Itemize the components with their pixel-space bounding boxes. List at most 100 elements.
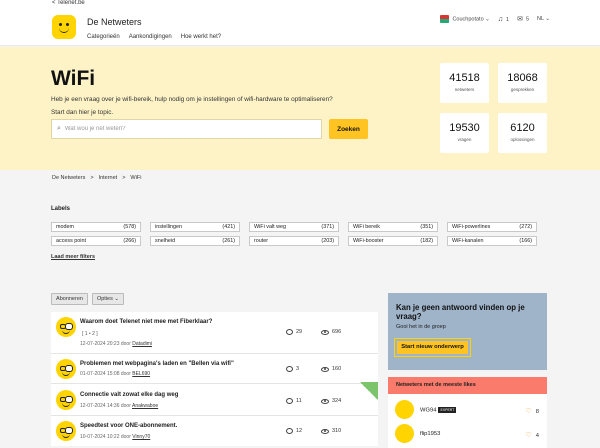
label-name: access point [56, 238, 86, 244]
breadcrumb-separator: > [90, 175, 94, 181]
list-item[interactable]: WG94 EXPERT ♡ 8 [388, 398, 547, 422]
language-label: NL [537, 16, 544, 22]
messages-button[interactable]: ✉ 5 [517, 15, 529, 23]
label-filter[interactable]: snelheid (261) [150, 236, 240, 246]
page-title: WiFi [51, 67, 96, 90]
ask-subtitle: Gooi het in de groep [396, 324, 446, 330]
label-filter[interactable]: WiFi-booster (182) [348, 236, 438, 246]
search-button[interactable]: Zoeken [329, 119, 368, 139]
site-name[interactable]: De Netweters [87, 17, 142, 27]
breadcrumb: De Netweters > Internet > WiFi [52, 175, 141, 181]
list-item[interactable]: Problemen met webpagina's laden en "Bell… [51, 354, 378, 384]
user-name[interactable]: flip1953 [420, 431, 440, 437]
start-topic-label: Start nieuw onderwerp [397, 341, 468, 354]
labels-grid: modem (578) instellingen (421) WiFi valt w… [51, 222, 537, 246]
topic-meta: 12-07-2024 14:36 door Anakwaboe [80, 403, 158, 409]
label-filter[interactable]: WiFi-kanalen (166) [447, 236, 537, 246]
topic-author[interactable]: BEL690 [132, 371, 150, 377]
stat-number: 19530 [449, 122, 480, 134]
topic-author[interactable]: Anakwaboe [132, 403, 158, 409]
list-item[interactable]: Waarom doet Telenet niet mee met Fiberkl… [51, 312, 378, 354]
heart-icon: ♡ [525, 408, 532, 415]
avatar [56, 390, 76, 410]
stat-conversations: 18068 gesprekken [498, 63, 547, 103]
topic-list: Waarom doet Telenet niet mee met Fiberkl… [51, 312, 378, 446]
user-entry: WG94 EXPERT [420, 407, 457, 414]
topic-title[interactable]: Waarom doet Telenet niet mee met Fiberkl… [80, 319, 212, 325]
ask-question-panel: Kan je geen antwoord vinden op je vraag?… [388, 293, 547, 370]
load-more-filters-link[interactable]: Laad meer filters [51, 254, 95, 260]
label-filter[interactable]: instellingen (421) [150, 222, 240, 232]
breadcrumb-home[interactable]: De Netweters [52, 175, 85, 181]
nav-categories[interactable]: Categorieën [87, 34, 120, 40]
nav-announcements[interactable]: Aankondigingen [129, 34, 172, 40]
search-input[interactable] [64, 126, 305, 132]
stat-label: netweters [454, 87, 475, 92]
like-count: ♡ 8 [525, 407, 539, 415]
topic-pages[interactable]: [ 1 • 2 ] [82, 331, 98, 337]
telenet-logo[interactable] [52, 15, 76, 39]
notifications-button[interactable]: ♫ 1 [498, 16, 509, 23]
stat-label: oplossingen [510, 137, 535, 142]
avatar [56, 359, 76, 379]
topic-title[interactable]: Speedtest voor ONE-abonnement. [80, 423, 177, 429]
label-filter[interactable]: WiFi-powerlines (272) [447, 222, 537, 232]
stat-number: 18068 [507, 72, 538, 84]
stat-solutions: 6120 oplossingen [498, 113, 547, 153]
topic-date: 12-07-2024 14:36 [80, 403, 120, 409]
top-likes-list: WG94 EXPERT ♡ 8 flip1953 ♡ 4 [388, 394, 547, 448]
hero-banner: WiFi Heb je een vraag over je wifi-berei… [0, 47, 600, 170]
topic-date: 10-07-2024 10:22 [80, 434, 120, 440]
start-topic-button[interactable]: Start nieuw onderwerp [394, 338, 471, 357]
like-number: 8 [535, 409, 539, 415]
view-count: 324 [321, 398, 341, 404]
language-select[interactable]: NL ⌄ [537, 16, 550, 22]
topic-author[interactable]: Datadimi [132, 341, 152, 347]
label-filter[interactable]: modem (578) [51, 222, 141, 232]
topic-by: door [120, 371, 131, 377]
topic-by: door [120, 403, 131, 409]
user-bar: Couchpotato ⌄ ♫ 1 ✉ 5 NL ⌄ [440, 15, 550, 23]
topic-title[interactable]: Problemen met webpagina's laden en "Bell… [80, 361, 234, 367]
topic-title[interactable]: Connectie valt zowat elke dag weg [80, 392, 178, 398]
label-count: (166) [519, 238, 532, 244]
labels-heading: Labels [51, 206, 71, 212]
label-filter[interactable]: access point (266) [51, 236, 141, 246]
breadcrumb-current: WiFi [130, 175, 142, 181]
options-dropdown[interactable]: Opties ⌄ [92, 293, 124, 305]
list-item[interactable]: flip1953 ♡ 4 [388, 422, 547, 446]
label-name: router [254, 238, 269, 244]
label-filter[interactable]: WiFi bereik (351) [348, 222, 438, 232]
bell-icon: ♫ [497, 15, 504, 23]
topic-date: 12-07-2024 20:23 [80, 341, 120, 347]
hero-start-text: Start dan hier je topic. [51, 109, 114, 116]
label-name: snelheid [155, 238, 176, 244]
label-filter[interactable]: WiFi valt weg (371) [249, 222, 339, 232]
nav-how-it-works[interactable]: Hoe werkt het? [181, 34, 221, 40]
label-count: (421) [222, 224, 235, 230]
topic-by: door [120, 341, 131, 347]
breadcrumb-internet[interactable]: Internet [99, 175, 118, 181]
label-name: modem [56, 224, 74, 230]
stat-number: 41518 [449, 72, 480, 84]
label-filter[interactable]: router (203) [249, 236, 339, 246]
view-count: 696 [321, 329, 341, 335]
telenet-back-link[interactable]: < Telenet.be [52, 0, 85, 7]
label-name: instellingen [155, 224, 182, 230]
list-item[interactable]: Speedtest voor ONE-abonnement. 10-07-202… [51, 416, 378, 446]
expert-badge: EXPERT [438, 407, 457, 413]
topic-author[interactable]: Vinny70 [132, 434, 150, 440]
hero-description: Heb je een vraag over je wifi-bereik, hu… [51, 96, 333, 103]
ask-title: Kan je geen antwoord vinden op je vraag? [396, 303, 525, 321]
stat-members: 41518 netweters [440, 63, 489, 103]
solved-corner-marker [360, 382, 378, 400]
topic-meta: 01-07-2024 15:08 door BEL690 [80, 371, 150, 377]
stat-label: vragen [457, 137, 472, 142]
breadcrumb-separator: > [122, 175, 126, 181]
subscribe-button[interactable]: Abonneren [51, 293, 88, 305]
user-menu[interactable]: Couchpotato ⌄ [440, 15, 490, 23]
list-item[interactable]: Connectie valt zowat elke dag weg 12-07-… [51, 384, 378, 416]
topic-meta: 12-07-2024 20:23 door Datadimi [80, 341, 152, 347]
stat-number: 6120 [510, 122, 535, 134]
user-name[interactable]: WG94 [420, 408, 436, 414]
